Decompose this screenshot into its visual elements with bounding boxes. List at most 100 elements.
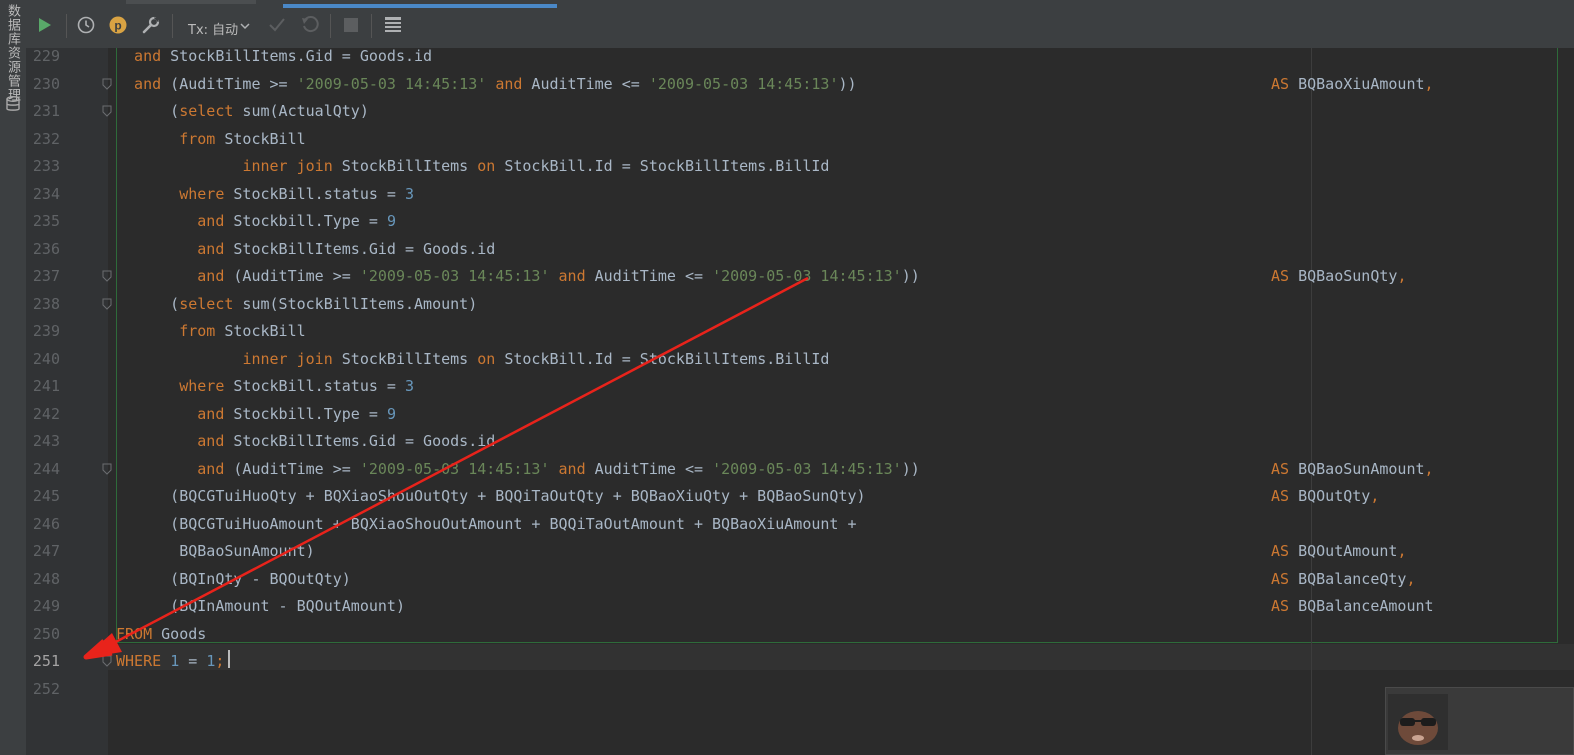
line-number[interactable]: 246	[26, 514, 60, 534]
line-number[interactable]: 249	[26, 596, 60, 616]
database-tool-window-label[interactable]: 数据库资源管理	[4, 4, 22, 102]
line-number[interactable]: 229	[26, 46, 60, 66]
code-token: Goods	[152, 625, 207, 643]
code-token: ))	[901, 460, 920, 478]
settings-button[interactable]	[140, 14, 162, 36]
code-line[interactable]: from StockBill	[116, 321, 305, 341]
code-line[interactable]: WHERE 1 = 1;	[116, 651, 224, 671]
sql-keyword: ;	[215, 652, 225, 670]
line-number[interactable]: 247	[26, 541, 60, 561]
sql-keyword: AS	[1271, 487, 1290, 505]
line-number[interactable]: 239	[26, 321, 60, 341]
code-line[interactable]: FROM Goods	[116, 624, 206, 644]
column-alias[interactable]: AS BQBalanceAmount	[1271, 596, 1434, 616]
line-number[interactable]: 241	[26, 376, 60, 396]
line-number[interactable]: 238	[26, 294, 60, 314]
sql-keyword: where	[116, 377, 225, 395]
alias-name: BQOutQty	[1289, 487, 1371, 505]
sql-string: '2009-05-03 14:45:13'	[359, 267, 550, 285]
line-number[interactable]: 251	[26, 651, 60, 671]
sql-string: '2009-05-03 14:45:13'	[296, 75, 487, 93]
column-alias[interactable]: AS BQOutQty,	[1271, 486, 1379, 506]
code-line[interactable]: and StockBillItems.Gid = Goods.id	[116, 431, 495, 451]
fold-marker-icon[interactable]	[102, 105, 112, 117]
code-line[interactable]: inner join StockBillItems on StockBill.I…	[116, 349, 829, 369]
code-line[interactable]: and StockBillItems.Gid = Goods.id	[116, 46, 432, 66]
code-line[interactable]: and Stockbill.Type = 9	[116, 211, 396, 231]
sql-keyword: AS	[1271, 597, 1290, 615]
code-line[interactable]: (select sum(ActualQty)	[116, 101, 369, 121]
line-number[interactable]: 242	[26, 404, 60, 424]
line-number[interactable]: 232	[26, 129, 60, 149]
code-line[interactable]: inner join StockBillItems on StockBill.I…	[116, 156, 829, 176]
code-token: AuditTime <=	[585, 460, 713, 478]
fold-marker-icon[interactable]	[102, 270, 112, 282]
line-number[interactable]: 245	[26, 486, 60, 506]
code-line[interactable]: (BQCGTuiHuoAmount + BQXiaoShouOutAmount …	[116, 514, 857, 534]
sql-keyword: AS	[1271, 75, 1290, 93]
rollback-button[interactable]	[299, 14, 321, 36]
code-line[interactable]: and (AuditTime >= '2009-05-03 14:45:13' …	[116, 459, 920, 479]
column-alias[interactable]: AS BQBaoSunQty,	[1271, 266, 1406, 286]
sql-keyword: ,	[1424, 460, 1434, 478]
column-alias[interactable]: AS BQBaoXiuAmount,	[1271, 74, 1434, 94]
code-line[interactable]: (BQCGTuiHuoQty + BQXiaoShouOutQty + BQQi…	[116, 486, 865, 506]
editor-gutter[interactable]	[26, 48, 109, 755]
column-alias[interactable]: AS BQBalanceQty,	[1271, 569, 1416, 589]
sql-editor[interactable]	[108, 48, 1574, 755]
line-number[interactable]: 248	[26, 569, 60, 589]
code-line[interactable]: where StockBill.status = 3	[116, 376, 414, 396]
history-button[interactable]	[75, 14, 97, 36]
line-number[interactable]: 234	[26, 184, 60, 204]
transaction-mode-selector[interactable]: Tx: 自动	[188, 19, 238, 38]
code-token: (BQCGTuiHuoAmount + BQXiaoShouOutAmount …	[116, 515, 857, 533]
alias-name: BQBaoSunAmount	[1289, 460, 1425, 478]
fold-marker-icon[interactable]	[102, 463, 112, 475]
code-line[interactable]: from StockBill	[116, 129, 305, 149]
line-number[interactable]: 252	[26, 679, 60, 699]
sql-keyword: inner join	[242, 157, 333, 175]
code-line[interactable]: (BQInQty - BQOutQty)	[116, 569, 351, 589]
sql-keyword: where	[116, 185, 225, 203]
sql-keyword: FROM	[116, 625, 153, 643]
code-line[interactable]: and (AuditTime >= '2009-05-03 14:45:13' …	[116, 74, 857, 94]
run-button[interactable]	[34, 14, 56, 36]
column-alias[interactable]: AS BQOutAmount,	[1271, 541, 1406, 561]
code-line[interactable]: (select sum(StockBillItems.Amount)	[116, 294, 477, 314]
database-icon[interactable]	[6, 96, 20, 112]
line-number[interactable]: 244	[26, 459, 60, 479]
stop-button[interactable]	[340, 14, 362, 36]
active-editor-tab[interactable]	[283, 4, 557, 8]
line-number[interactable]: 236	[26, 239, 60, 259]
fold-marker-icon[interactable]	[102, 78, 112, 90]
output-button[interactable]	[382, 14, 404, 36]
line-number[interactable]: 230	[26, 74, 60, 94]
line-number[interactable]: 243	[26, 431, 60, 451]
code-token: AuditTime <=	[522, 75, 649, 93]
code-line[interactable]: (BQInAmount - BQOutAmount)	[116, 596, 405, 616]
line-number[interactable]: 237	[26, 266, 60, 286]
chevron-down-icon[interactable]	[240, 22, 250, 30]
code-line[interactable]: and Stockbill.Type = 9	[116, 404, 396, 424]
line-number[interactable]: 250	[26, 624, 60, 644]
line-number[interactable]: 233	[26, 156, 60, 176]
code-line[interactable]: where StockBill.status = 3	[116, 184, 414, 204]
fold-marker-icon[interactable]	[102, 298, 112, 310]
line-number[interactable]: 235	[26, 211, 60, 231]
database-tool-window-strip[interactable]: 数据库资源管理	[0, 0, 27, 755]
floating-avatar-widget[interactable]	[1385, 687, 1574, 755]
code-line[interactable]: and (AuditTime >= '2009-05-03 14:45:13' …	[116, 266, 920, 286]
fold-marker-icon[interactable]	[102, 655, 112, 667]
sql-keyword: AS	[1271, 542, 1290, 560]
line-number[interactable]: 240	[26, 349, 60, 369]
editor-tab[interactable]	[126, 0, 256, 4]
profile-button[interactable]: p	[107, 14, 129, 36]
commit-button[interactable]	[266, 14, 288, 36]
code-line[interactable]: BQBaoSunAmount)	[116, 541, 314, 561]
column-alias[interactable]: AS BQBaoSunAmount,	[1271, 459, 1434, 479]
code-token: StockBillItems.Gid = Goods.id	[224, 240, 496, 258]
line-number[interactable]: 231	[26, 101, 60, 121]
code-line[interactable]: and StockBillItems.Gid = Goods.id	[116, 239, 495, 259]
